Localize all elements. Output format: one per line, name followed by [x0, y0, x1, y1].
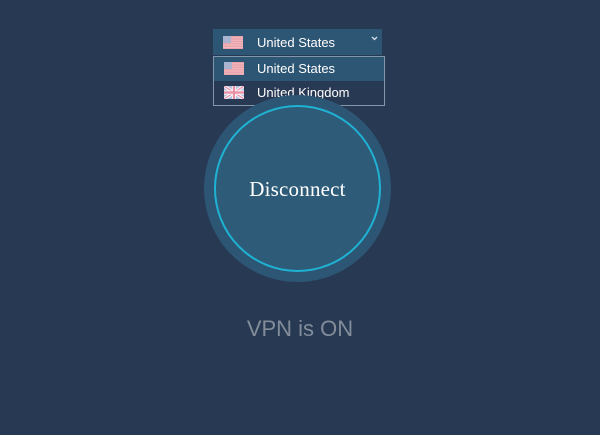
vpn-status-text: VPN is ON — [246, 316, 354, 341]
us-flag-icon — [223, 36, 243, 49]
uk-flag-icon — [224, 86, 244, 99]
disconnect-button[interactable]: Disconnect — [214, 105, 381, 272]
country-select-value: United States — [257, 35, 336, 50]
connect-button-halo: Disconnect — [204, 95, 391, 282]
country-option-united-states[interactable]: United States — [214, 57, 384, 81]
us-flag-icon — [224, 62, 244, 75]
disconnect-button-label: Disconnect — [249, 177, 346, 201]
vpn-app-window: United States United States United Kingd… — [0, 0, 600, 435]
country-select[interactable]: United States — [213, 29, 382, 55]
chevron-down-icon[interactable] — [370, 34, 379, 43]
country-option-label: United States — [257, 61, 336, 76]
